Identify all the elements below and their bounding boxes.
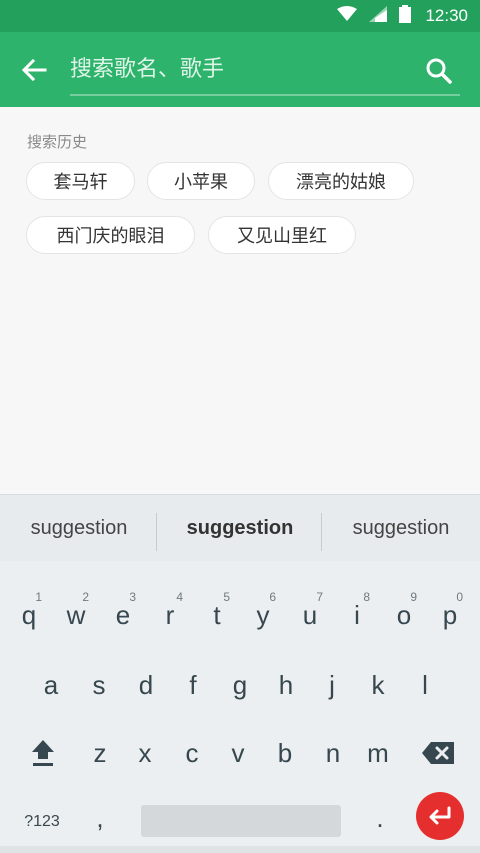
key-label: w: [66, 599, 86, 630]
key-d[interactable]: d: [123, 660, 169, 710]
key-c[interactable]: c: [169, 728, 215, 778]
key-y[interactable]: y6: [240, 590, 286, 640]
key-s[interactable]: s: [76, 660, 122, 710]
enter-icon: [429, 806, 451, 825]
back-button[interactable]: [16, 54, 52, 86]
suggestion-right[interactable]: suggestion: [322, 495, 480, 561]
key-a[interactable]: a: [28, 660, 74, 710]
search-field: [70, 48, 460, 96]
search-input[interactable]: [70, 48, 410, 90]
key-hint: 1: [35, 590, 42, 604]
key-z[interactable]: z: [77, 728, 123, 778]
key-label: p: [442, 599, 458, 630]
battery-icon: [399, 5, 412, 27]
key-t[interactable]: t5: [194, 590, 240, 640]
shift-key[interactable]: [18, 728, 68, 778]
enter-key[interactable]: [416, 792, 464, 840]
space-bar[interactable]: [141, 805, 341, 837]
key-hint: 2: [82, 590, 89, 604]
key-label: t: [213, 599, 221, 630]
key-hint: 8: [363, 590, 370, 604]
key-x[interactable]: x: [122, 728, 168, 778]
key-hint: 7: [316, 590, 323, 604]
key-q[interactable]: q1: [6, 590, 52, 640]
key-g[interactable]: g: [217, 660, 263, 710]
comma-key[interactable]: ,: [78, 796, 122, 840]
search-icon: [426, 58, 452, 84]
backspace-key[interactable]: [412, 728, 464, 778]
key-j[interactable]: j: [309, 660, 355, 710]
key-label: q: [21, 599, 37, 630]
shift-icon: [32, 740, 54, 766]
key-h[interactable]: h: [263, 660, 309, 710]
key-hint: 0: [456, 590, 463, 604]
suggestion-left[interactable]: suggestion: [0, 495, 158, 561]
soft-keyboard: suggestion suggestion suggestion q1 w2 e…: [0, 494, 480, 853]
key-label: u: [302, 599, 318, 630]
suggestion-center[interactable]: suggestion: [158, 495, 322, 561]
signal-icon: [369, 6, 388, 26]
history-chip[interactable]: 西门庆的眼泪: [26, 216, 195, 254]
key-r[interactable]: r4: [147, 590, 193, 640]
key-hint: 3: [129, 590, 136, 604]
key-l[interactable]: l: [402, 660, 448, 710]
history-chip[interactable]: 漂亮的姑娘: [268, 162, 414, 200]
arrow-left-icon: [21, 58, 47, 82]
history-chip[interactable]: 小苹果: [147, 162, 255, 200]
wifi-icon: [337, 6, 358, 26]
app-bar: [0, 32, 480, 107]
key-hint: 9: [410, 590, 417, 604]
key-f[interactable]: f: [170, 660, 216, 710]
history-title: 搜索历史: [27, 133, 88, 151]
key-label: y: [256, 599, 270, 630]
key-n[interactable]: n: [310, 728, 356, 778]
symbols-key[interactable]: ?123: [14, 800, 70, 844]
suggestion-strip: suggestion suggestion suggestion: [0, 494, 480, 561]
key-w[interactable]: w2: [53, 590, 99, 640]
key-o[interactable]: o9: [381, 590, 427, 640]
key-b[interactable]: b: [262, 728, 308, 778]
history-chip[interactable]: 又见山里红: [208, 216, 356, 254]
status-bar: 12:30: [0, 0, 480, 32]
key-label: i: [354, 599, 360, 630]
key-u[interactable]: u7: [287, 590, 333, 640]
suggestion-divider: [156, 513, 157, 551]
search-button[interactable]: [422, 54, 456, 88]
key-hint: 6: [269, 590, 276, 604]
key-e[interactable]: e3: [100, 590, 146, 640]
period-key[interactable]: .: [358, 796, 402, 840]
key-hint: 4: [176, 590, 183, 604]
key-p[interactable]: p0: [427, 590, 473, 640]
key-label: o: [396, 599, 412, 630]
key-k[interactable]: k: [355, 660, 401, 710]
key-i[interactable]: i8: [334, 590, 380, 640]
key-label: e: [115, 599, 131, 630]
key-label: r: [165, 599, 175, 630]
key-v[interactable]: v: [215, 728, 261, 778]
backspace-icon: [422, 742, 454, 764]
key-hint: 5: [223, 590, 230, 604]
history-chip[interactable]: 套马轩: [26, 162, 135, 200]
clock: 12:30: [425, 6, 468, 25]
key-m[interactable]: m: [355, 728, 401, 778]
keyboard-bottom-edge: [0, 846, 480, 853]
